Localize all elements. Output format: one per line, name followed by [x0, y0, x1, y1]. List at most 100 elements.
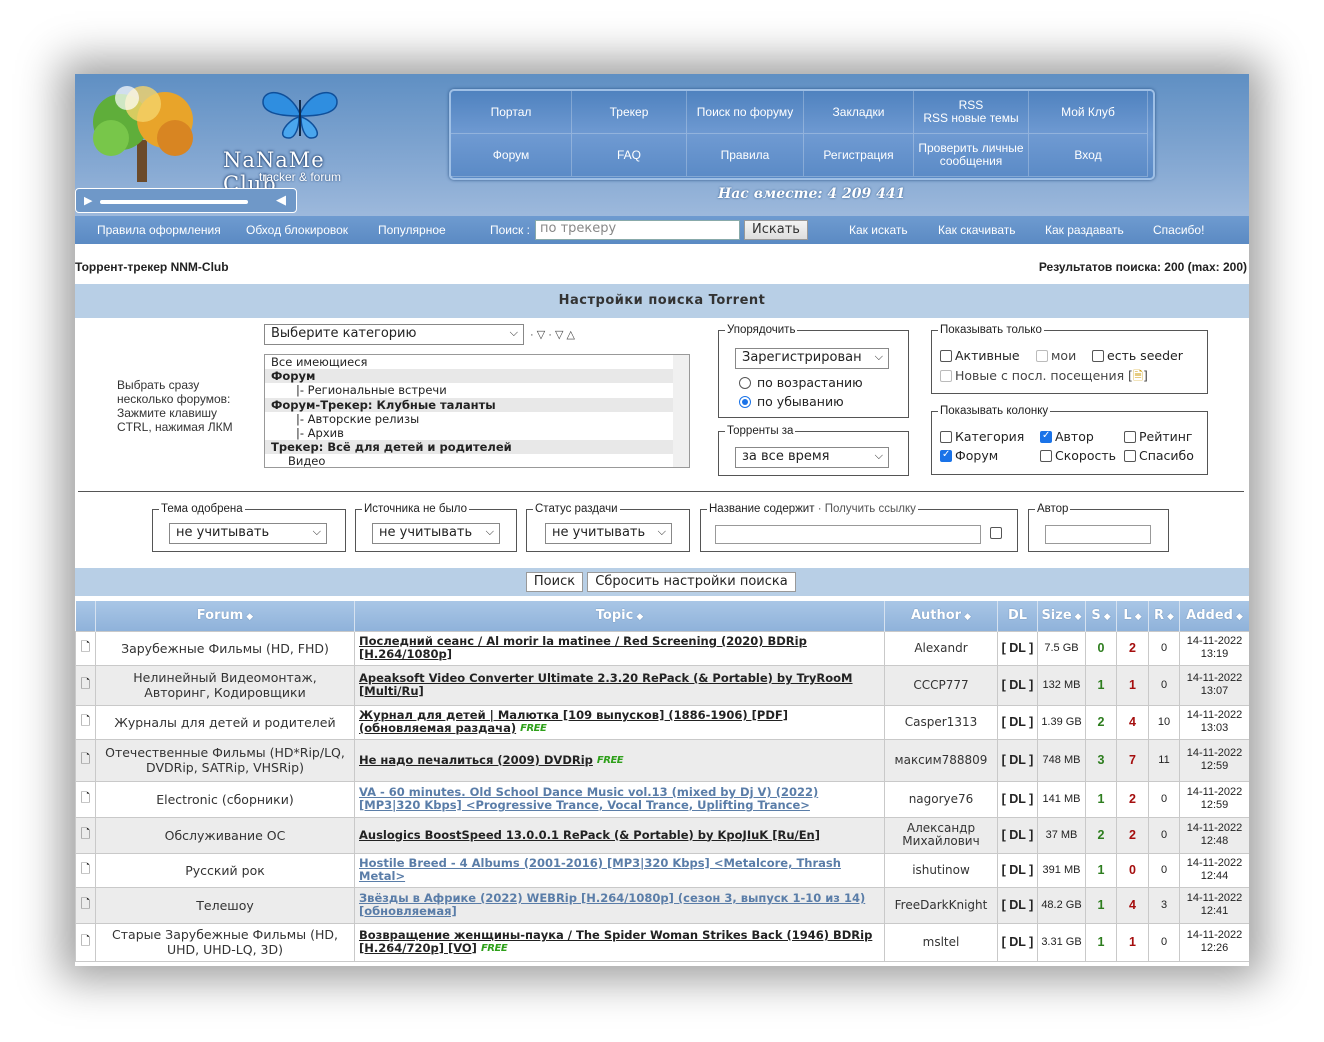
forum-link[interactable]: Обслуживание ОС	[95, 816, 355, 854]
header-topic[interactable]: Topic ◆	[354, 601, 885, 631]
checkbox[interactable]	[940, 370, 952, 382]
name-contains-checkbox[interactable]	[990, 527, 1002, 539]
new-since-visit-checkbox[interactable]: Новые с посл. посещения [🗎]	[940, 367, 1148, 388]
checkbox[interactable]	[1124, 450, 1136, 462]
download-link[interactable]: [ DL ]	[997, 816, 1038, 854]
forum-link[interactable]: Нелинейный Видеомонтаж, Авторинг, Кодиро…	[95, 664, 355, 706]
forum-option[interactable]: Все имеющиеся	[265, 355, 689, 369]
author-link[interactable]: максим788809	[884, 738, 998, 782]
forum-option[interactable]: |- Архив	[265, 426, 689, 440]
forum-multiselect[interactable]: Все имеющиеся Форум |- Региональные встр…	[264, 354, 690, 468]
link-how-to-seed[interactable]: Как раздавать	[1045, 223, 1124, 237]
topic-link[interactable]: Журнал для детей | Малютка [109 выпусков…	[359, 708, 788, 735]
forum-option[interactable]: |- Региональные встречи	[265, 383, 689, 397]
nav-bookmarks[interactable]: Закладки	[804, 91, 914, 134]
forum-link[interactable]: Отечественные Фильмы (HD*Rip/LQ, DVDRip,…	[95, 738, 355, 782]
nav-rules[interactable]: Правила	[687, 134, 804, 177]
approved-select[interactable]: не учитывать ⌵	[169, 523, 327, 544]
author-link[interactable]: FreeDarkKnight	[884, 886, 998, 924]
nav-register[interactable]: Регистрация	[804, 134, 914, 177]
search-button[interactable]: Поиск	[526, 572, 583, 592]
nav-rss[interactable]: RSS RSS новые темы	[914, 91, 1029, 134]
volume-icon[interactable]: ◀	[276, 192, 286, 208]
forum-list-scrollbar[interactable]	[673, 355, 689, 467]
author-link[interactable]: ishutinow	[884, 852, 998, 888]
nav-forum-search[interactable]: Поиск по форуму	[687, 91, 804, 134]
header-author[interactable]: Author ◆	[884, 601, 998, 631]
header-seeds[interactable]: S ◆	[1085, 601, 1117, 631]
checkbox[interactable]	[1040, 430, 1052, 443]
download-link[interactable]: [ DL ]	[997, 780, 1038, 818]
sort-desc-radio[interactable]: по убыванию	[739, 394, 844, 409]
forum-option-group[interactable]: Трекер: Всё для детей и родителей	[265, 440, 689, 455]
name-contains-input[interactable]	[715, 525, 981, 544]
nav-my-club[interactable]: Мой Клуб	[1029, 91, 1148, 134]
nav-tracker[interactable]: Трекер	[572, 91, 687, 134]
period-select[interactable]: за все время ⌵	[735, 447, 889, 468]
download-link[interactable]: [ DL ]	[997, 922, 1038, 962]
link-thanks[interactable]: Спасибо!	[1153, 223, 1204, 237]
status-select[interactable]: не учитывать ⌵	[545, 523, 672, 544]
no-source-select[interactable]: не учитывать ⌵	[372, 523, 500, 544]
sort-select[interactable]: Зарегистрирован ⌵	[735, 348, 889, 369]
radio-button[interactable]	[739, 377, 751, 389]
topic-link[interactable]: Звёзды в Африке (2022) WEBRip [H.264/108…	[359, 891, 865, 918]
author-link[interactable]: Alexandr	[884, 630, 998, 666]
column-forum-checkbox[interactable]: Форум	[940, 448, 998, 463]
link-how-to-search[interactable]: Как искать	[849, 223, 908, 237]
link-bypass-blocking[interactable]: Обход блокировок	[246, 223, 348, 237]
topic-link[interactable]: VA - 60 minutes. Old School Dance Music …	[359, 785, 818, 812]
tracker-search-button[interactable]: Искать	[744, 220, 808, 240]
checkbox[interactable]	[940, 350, 952, 362]
forum-link[interactable]: Журналы для детей и родителей	[95, 704, 355, 740]
category-tree-controls[interactable]: · ▽ · ▽ △	[530, 328, 575, 341]
link-how-to-download[interactable]: Как скачивать	[938, 223, 1016, 237]
link-design-rules[interactable]: Правила оформления	[97, 223, 221, 237]
column-speed-checkbox[interactable]: Скорость	[1040, 448, 1116, 463]
forum-option-group[interactable]: Форум-Трекер: Клубные таланты	[265, 397, 689, 412]
checkbox[interactable]	[1092, 350, 1104, 362]
column-rating-checkbox[interactable]: Рейтинг	[1124, 429, 1193, 444]
sort-asc-radio[interactable]: по возрастанию	[739, 375, 863, 390]
forum-option[interactable]: Видео	[265, 454, 689, 467]
player-progress-slider[interactable]	[100, 200, 248, 204]
nav-check-messages[interactable]: Проверить личные сообщения	[914, 134, 1029, 177]
topic-link[interactable]: Не надо печалиться (2009) DVDRip	[359, 753, 593, 767]
download-link[interactable]: [ DL ]	[997, 738, 1038, 782]
header-leechers[interactable]: L ◆	[1116, 601, 1149, 631]
forum-link[interactable]: Русский рок	[95, 852, 355, 888]
forum-link[interactable]: Electronic (сборники)	[95, 780, 355, 818]
column-thanks-checkbox[interactable]: Спасибо	[1124, 448, 1194, 463]
seeder-checkbox[interactable]: есть seeder	[1092, 348, 1183, 363]
column-author-checkbox[interactable]: Автор	[1040, 429, 1094, 444]
download-link[interactable]: [ DL ]	[997, 664, 1038, 706]
checkbox[interactable]	[1124, 431, 1136, 443]
author-link[interactable]: CCCP777	[884, 664, 998, 706]
column-category-checkbox[interactable]: Категория	[940, 429, 1024, 444]
nav-faq[interactable]: FAQ	[572, 134, 687, 177]
play-icon[interactable]: ▶	[84, 194, 92, 207]
download-link[interactable]: [ DL ]	[997, 886, 1038, 924]
forum-link[interactable]: Зарубежные Фильмы (HD, FHD)	[95, 630, 355, 666]
mine-checkbox[interactable]: мои	[1036, 348, 1076, 363]
header-forum[interactable]: Forum ◆	[95, 601, 355, 631]
nav-portal[interactable]: Портал	[451, 91, 572, 134]
forum-option-group[interactable]: Форум	[265, 369, 689, 384]
checkbox[interactable]	[940, 449, 952, 462]
forum-option[interactable]: |- Авторские релизы	[265, 412, 689, 426]
download-link[interactable]: [ DL ]	[997, 704, 1038, 740]
nav-login[interactable]: Вход	[1029, 134, 1148, 177]
topic-link[interactable]: Auslogics BoostSpeed 13.0.0.1 RePack (& …	[359, 828, 820, 842]
topic-link[interactable]: Apeaksoft Video Converter Ultimate 2.3.2…	[359, 671, 853, 698]
author-link[interactable]: nagorye76	[884, 780, 998, 818]
checkbox[interactable]	[1040, 450, 1052, 462]
category-select[interactable]: Выберите категорию ⌵	[264, 324, 524, 345]
forum-link[interactable]: Телешоу	[95, 886, 355, 924]
checkbox[interactable]	[1036, 350, 1048, 362]
header-added[interactable]: Added ◆	[1179, 601, 1249, 631]
link-popular[interactable]: Популярное	[378, 223, 446, 237]
topic-link[interactable]: Возвращение женщины-паука / The Spider W…	[359, 928, 872, 955]
checkbox[interactable]	[940, 431, 952, 443]
header-size[interactable]: Size ◆	[1037, 601, 1086, 631]
get-link[interactable]: · Получить ссылку	[818, 503, 916, 515]
